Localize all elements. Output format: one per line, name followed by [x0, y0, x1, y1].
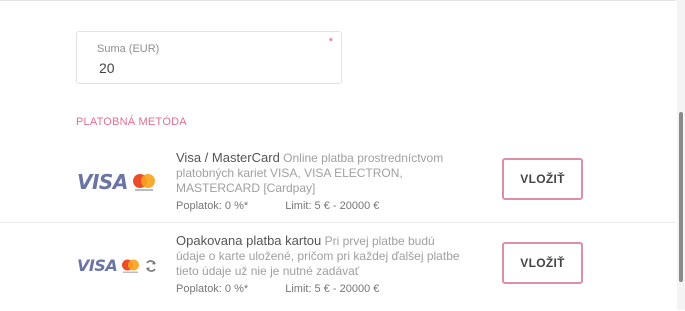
scrollbar[interactable]	[677, 0, 685, 310]
mastercard-logo	[132, 174, 155, 191]
method-description: Opakovana platba kartou Pri prvej platbe…	[176, 233, 466, 279]
payment-method-visa-mastercard: VISA Visa / MasterCard Online platba pro…	[0, 140, 676, 222]
section-title: PLATOBNÁ METÓDA	[76, 116, 187, 128]
amount-field[interactable]: Suma (EUR) 20 *	[76, 31, 342, 84]
method-title: Visa / MasterCard	[176, 150, 280, 165]
limit-text: Limit: 5 € - 20000 €	[285, 283, 380, 295]
recurring-icon	[146, 259, 157, 272]
amount-input[interactable]: 20	[99, 60, 115, 76]
method-fees: Poplatok: 0 %* Limit: 5 € - 20000 €	[176, 283, 379, 295]
visa-logo: VISA	[77, 256, 118, 275]
limit-text: Limit: 5 € - 20000 €	[285, 200, 380, 212]
method-title: Opakovana platba kartou	[176, 233, 322, 248]
scrollbar-thumb[interactable]	[679, 112, 683, 282]
payment-method-recurring-card: VISA Opakovana platba kartou Pri prvej p…	[0, 222, 676, 311]
card-logos: VISA	[77, 170, 157, 194]
card-logos: VISA	[77, 256, 158, 275]
amount-label: Suma (EUR)	[97, 43, 160, 55]
deposit-button-visa[interactable]: VLOŽIŤ	[502, 158, 583, 200]
visa-logo: VISA	[77, 170, 128, 194]
mastercard-logo	[122, 259, 140, 273]
fee-text: Poplatok: 0 %*	[176, 200, 249, 212]
method-fees: Poplatok: 0 %* Limit: 5 € - 20000 €	[176, 200, 379, 212]
top-divider	[0, 0, 676, 1]
method-description: Visa / MasterCard Online platba prostred…	[176, 150, 466, 196]
required-mark: *	[328, 36, 333, 48]
fee-text: Poplatok: 0 %*	[176, 283, 249, 295]
deposit-button-recurring[interactable]: VLOŽIŤ	[502, 242, 583, 284]
